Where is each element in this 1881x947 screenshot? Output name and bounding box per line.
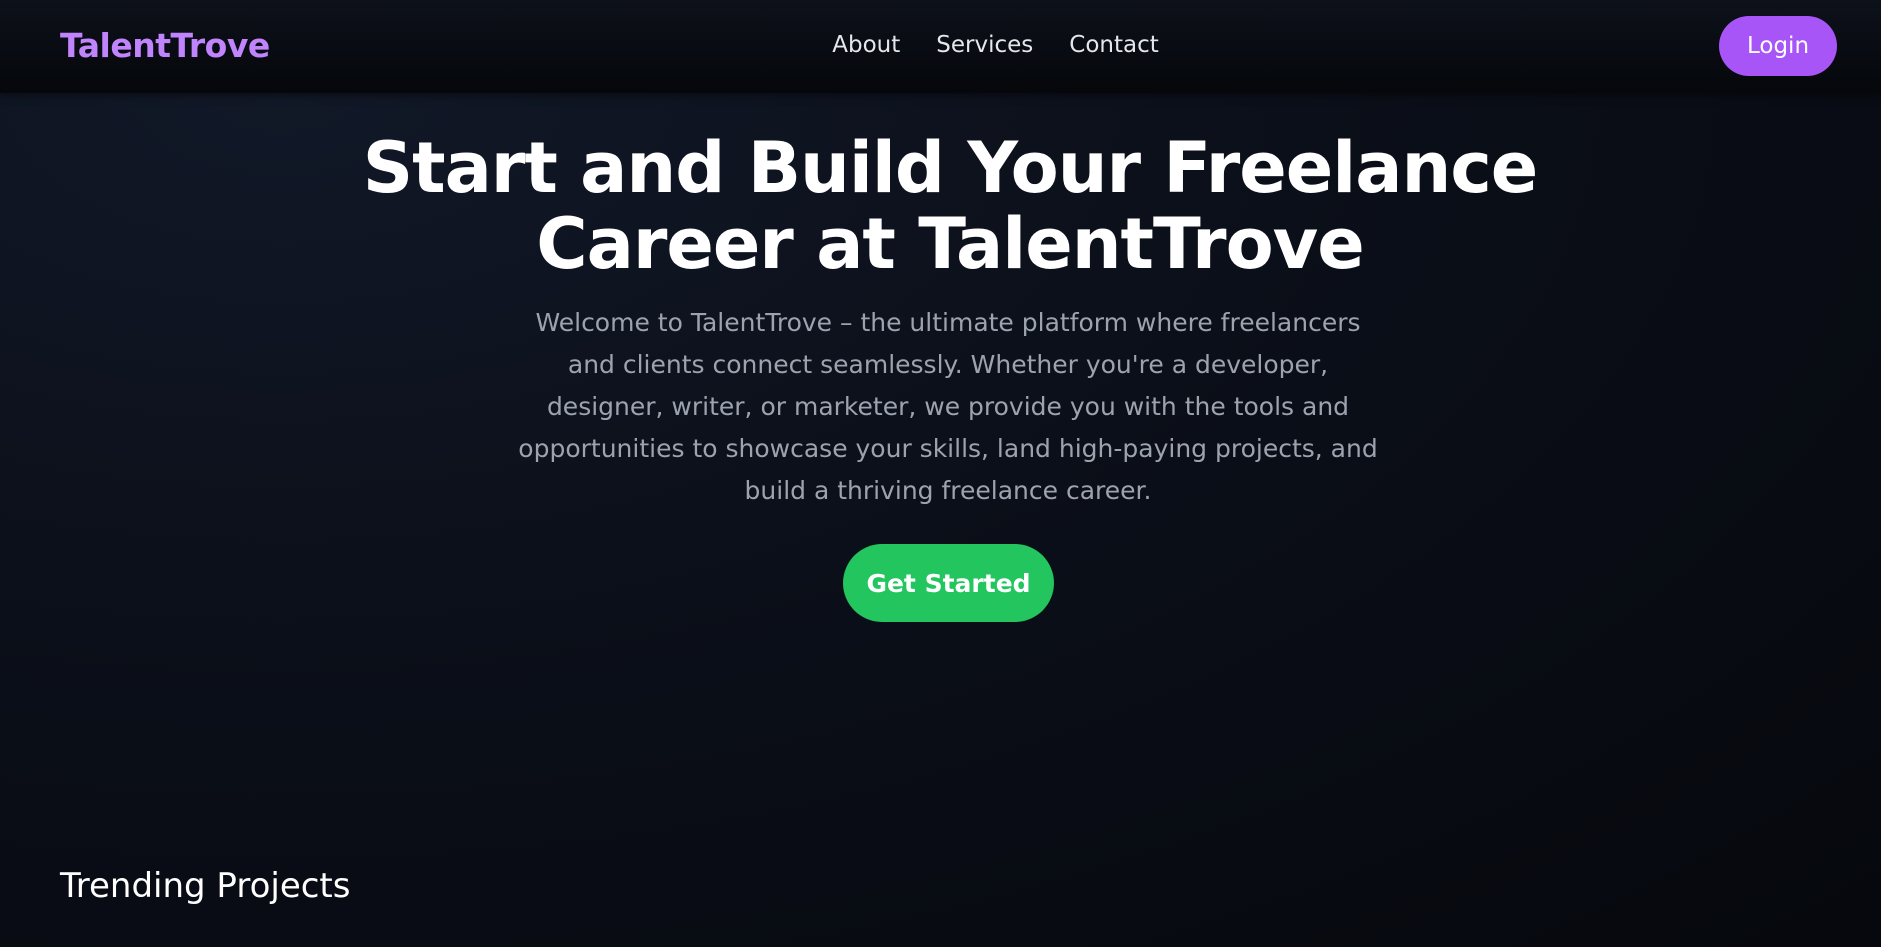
nav-link-services[interactable]: Services <box>936 32 1033 58</box>
top-navbar: TalentTrove About Services Contact Login <box>0 0 1881 93</box>
nav-link-contact[interactable]: Contact <box>1069 32 1158 58</box>
login-button[interactable]: Login <box>1719 16 1837 76</box>
hero-description: Welcome to TalentTrove – the ultimate pl… <box>518 308 1378 505</box>
trending-projects-heading: Trending Projects <box>60 866 351 906</box>
main-nav: About Services Contact <box>0 32 1881 58</box>
get-started-button[interactable]: Get Started <box>843 544 1054 622</box>
nav-link-about[interactable]: About <box>832 32 900 58</box>
hero-title: Start and Build Your Freelance Career at… <box>362 127 1539 285</box>
